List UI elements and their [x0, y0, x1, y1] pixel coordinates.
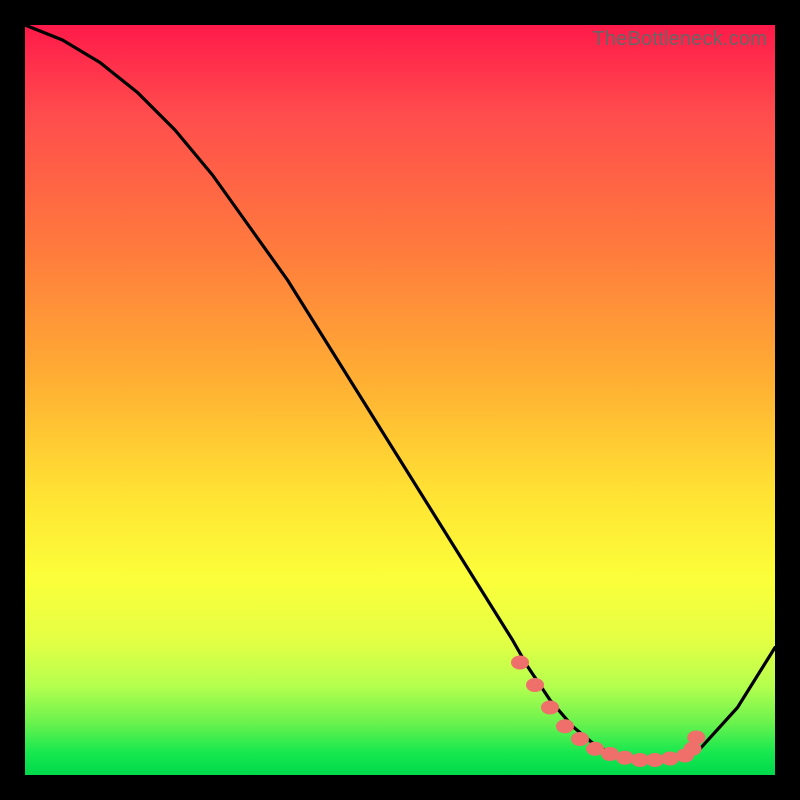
chart-svg [25, 25, 775, 775]
highlight-dot [541, 701, 559, 715]
highlight-dot [687, 731, 705, 745]
highlight-dot [526, 678, 544, 692]
highlight-dots [511, 656, 705, 768]
chart-frame: TheBottleneck.com [25, 25, 775, 775]
highlight-dot [556, 719, 574, 733]
watermark-text: TheBottleneck.com [592, 28, 767, 51]
highlight-dot [616, 751, 634, 765]
highlight-dot [661, 752, 679, 766]
highlight-dot [571, 732, 589, 746]
highlight-dot [511, 656, 529, 670]
bottleneck-curve [25, 25, 775, 760]
